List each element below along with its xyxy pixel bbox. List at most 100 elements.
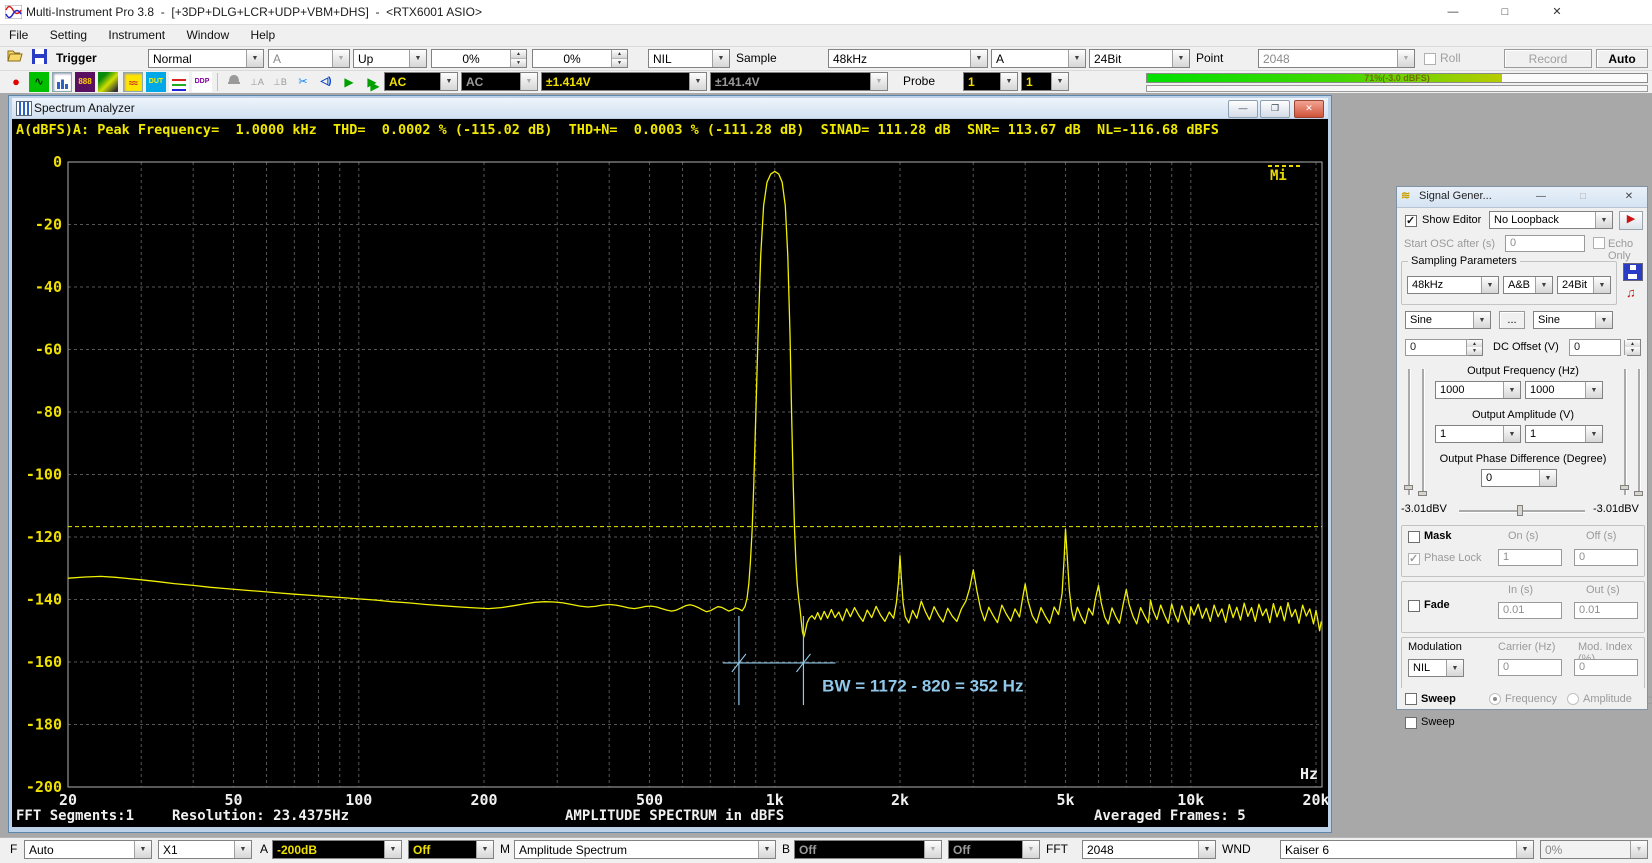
trigger-cursor-combo[interactable]: NIL▼ (648, 49, 730, 68)
show-editor-checkbox[interactable] (1405, 215, 1417, 227)
level-b-slider-track2[interactable] (1638, 369, 1640, 495)
siggen-channels-combo[interactable]: A&B▼ (1503, 276, 1553, 294)
level-a-slider-track2[interactable] (1422, 369, 1424, 495)
chevron-down-icon: ▼ (1068, 50, 1085, 67)
loopback-combo[interactable]: No Loopback▼ (1489, 211, 1613, 229)
ddp-viewer-icon[interactable]: DDP (192, 72, 212, 92)
menu-file[interactable]: File (0, 25, 37, 46)
spin-down-icon[interactable]: ▼ (1466, 347, 1482, 355)
sample-bits-combo[interactable]: 24Bit▼ (1089, 49, 1190, 68)
probe-calibration-icon[interactable]: ✂ (293, 72, 313, 92)
level-a-slider-handle2[interactable] (1418, 491, 1427, 496)
trigger-edge-combo[interactable]: Up▼ (353, 49, 427, 68)
modulation-combo[interactable]: NIL▼ (1408, 659, 1464, 677)
spin-up-icon[interactable]: ▲ (510, 50, 526, 59)
wave-a-combo[interactable]: Sine▼ (1405, 311, 1491, 329)
fade-checkbox[interactable] (1408, 600, 1420, 612)
multimeter-icon[interactable]: 888 (75, 72, 95, 92)
maximize-button[interactable]: □ (1482, 0, 1528, 24)
spectrum-analyzer-icon[interactable] (52, 72, 72, 92)
open-icon[interactable] (6, 49, 26, 69)
save-icon[interactable] (29, 49, 49, 69)
sweep-checkbox[interactable] (1405, 717, 1417, 729)
window-function-combo[interactable]: Kaiser 6▼ (1280, 840, 1534, 859)
a-mode-combo[interactable]: Off▼ (408, 840, 494, 859)
fft-size-combo[interactable]: 2048▼ (1082, 840, 1216, 859)
siggen-bits-combo[interactable]: 24Bit▼ (1557, 276, 1611, 294)
device-test-plan-icon[interactable]: DUT (146, 72, 166, 92)
range-a-combo[interactable]: ±1.414V▼ (541, 72, 707, 91)
siggen-titlebar[interactable]: ≋ Signal Gener... — □ ✕ (1397, 187, 1647, 208)
chevron-down-icon: ▼ (409, 50, 426, 67)
spectrum-plot[interactable]: BW = 1172 - 820 = 352 Hz0-20-40-60-80-10… (12, 119, 1328, 827)
score-icon[interactable]: ♫ (1626, 285, 1636, 300)
coupling-a-combo[interactable]: AC▼ (384, 72, 458, 91)
siggen-maximize-button[interactable]: □ (1573, 189, 1593, 204)
close-button[interactable]: ✕ (1534, 0, 1580, 24)
dc-offset-b-spinner[interactable]: ▲▼ (1627, 339, 1641, 356)
siggen-minimize-button[interactable]: — (1531, 189, 1551, 204)
menu-help[interactable]: Help (241, 25, 284, 46)
spectrum-minimize-button[interactable]: — (1228, 100, 1258, 118)
spectrum-titlebar[interactable]: Spectrum Analyzer — ❐ ✕ (12, 98, 1328, 118)
save-signal-icon[interactable] (1623, 263, 1643, 281)
spectrum-close-button[interactable]: ✕ (1294, 100, 1324, 118)
amp-b-combo[interactable]: 1▼ (1525, 425, 1603, 443)
phase-combo[interactable]: 0▼ (1481, 469, 1557, 487)
auto-button[interactable]: Auto (1596, 49, 1648, 68)
level-b-slider-track[interactable] (1624, 369, 1626, 495)
chevron-down-icon: ▼ (1172, 50, 1189, 67)
level-a-slider-handle[interactable] (1404, 485, 1413, 490)
freq-b-combo[interactable]: 1000▼ (1525, 381, 1603, 399)
sound-output-icon[interactable]: ◁) (316, 72, 336, 92)
dc-offset-a-spinner[interactable]: ▲▼ (1469, 339, 1483, 356)
probe-a-combo[interactable]: 1▼ (963, 72, 1018, 91)
menu-window[interactable]: Window (177, 25, 238, 46)
probe-b-combo[interactable]: 1▼ (1021, 72, 1069, 91)
level-a-slider-track[interactable] (1408, 369, 1410, 495)
multi-waves-icon[interactable] (169, 72, 189, 92)
sweep-checkbox[interactable] (1405, 693, 1417, 705)
level-b-slider-handle[interactable] (1620, 485, 1629, 490)
record-icon[interactable]: ● (6, 72, 26, 92)
mask-checkbox[interactable] (1408, 531, 1420, 543)
chevron-down-icon: ▼ (1595, 312, 1612, 328)
spectrogram-icon[interactable] (98, 72, 118, 92)
spin-down-icon[interactable]: ▼ (1624, 347, 1640, 355)
spectrum-restore-button[interactable]: ❐ (1260, 100, 1290, 118)
a-range-combo[interactable]: -200dB▼ (272, 840, 402, 859)
chevron-down-icon: ▼ (1503, 426, 1520, 442)
display-mode-combo[interactable]: Amplitude Spectrum▼ (514, 840, 776, 859)
signal-generator-icon[interactable]: ≈≈ (123, 72, 143, 92)
spin-up-icon[interactable]: ▲ (611, 50, 627, 59)
sample-channel-combo[interactable]: A▼ (991, 49, 1086, 68)
toolbar-separator (217, 73, 218, 91)
freq-a-combo[interactable]: 1000▼ (1435, 381, 1521, 399)
run-loop-icon[interactable]: ▶ (362, 72, 382, 92)
dc-offset-b-input[interactable]: 0 (1569, 339, 1621, 356)
trigger-level-spinner[interactable]: 0%▲▼ (431, 49, 527, 68)
menu-instrument[interactable]: Instrument (99, 25, 174, 46)
amp-a-combo[interactable]: 1▼ (1435, 425, 1521, 443)
more-waves-button[interactable]: ... (1499, 311, 1525, 329)
sample-rate-combo[interactable]: 48kHz▼ (828, 49, 988, 68)
modulation-group: Modulation Carrier (Hz) Mod. Index (%) N… (1401, 637, 1645, 689)
trigger-delay-spinner[interactable]: 0%▲▼ (532, 49, 628, 68)
siggen-sample-rate-combo[interactable]: 48kHz▼ (1407, 276, 1499, 294)
menu-setting[interactable]: Setting (41, 25, 96, 46)
dc-offset-a-input[interactable]: 0 (1405, 339, 1469, 356)
balance-slider-thumb[interactable] (1517, 505, 1523, 516)
siggen-start-button[interactable]: ▶ (1619, 211, 1643, 230)
minimize-button[interactable]: — (1430, 0, 1476, 24)
spin-down-icon[interactable]: ▼ (611, 59, 627, 67)
trigger-mode-combo[interactable]: Normal▼ (148, 49, 264, 68)
freq-axis-combo[interactable]: Auto▼ (24, 840, 152, 859)
zoom-combo[interactable]: X1▼ (158, 840, 252, 859)
siggen-close-button[interactable]: ✕ (1619, 189, 1639, 204)
wave-b-combo[interactable]: Sine▼ (1533, 311, 1613, 329)
oscilloscope-icon[interactable]: ∿ (29, 72, 49, 92)
spin-down-icon[interactable]: ▼ (510, 59, 526, 67)
level-b-slider-handle2[interactable] (1634, 491, 1643, 496)
sampling-parameters-group: Sampling Parameters 48kHz▼ A&B▼ 24Bit▼ (1401, 261, 1617, 305)
run-icon[interactable]: ▶ (339, 72, 359, 92)
